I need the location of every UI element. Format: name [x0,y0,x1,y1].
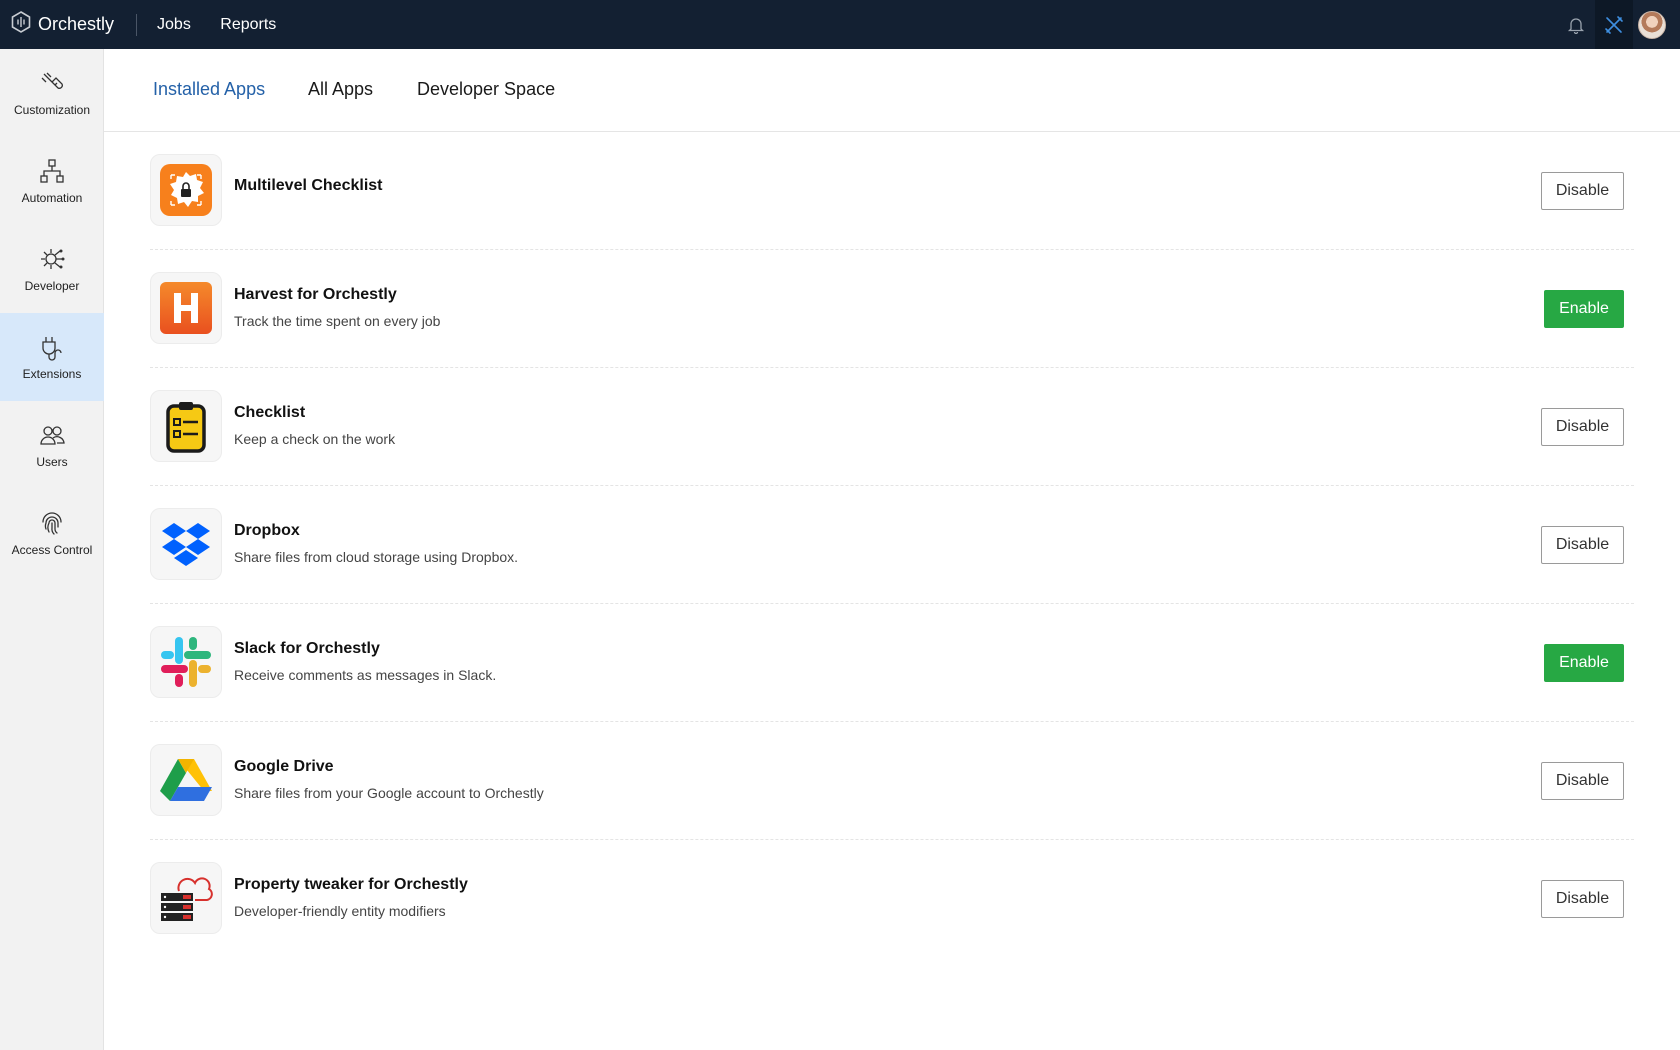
app-name: Dropbox [234,522,300,539]
top-bar: Orchestly Jobs Reports [0,0,1680,49]
sidebar-item-developer[interactable]: Developer [0,225,104,313]
enable-button[interactable]: Enable [1544,644,1624,682]
app-name: Slack for Orchestly [234,640,380,657]
app-info: Slack for Orchestly Receive comments as … [234,640,496,683]
app-description: Track the time spent on every job [234,313,441,329]
app-info: Google Drive Share files from your Googl… [234,758,544,801]
multilevel-checklist-icon [150,154,222,226]
sidebar-item-label: Customization [13,103,91,117]
tab-all-apps[interactable]: All Apps [308,79,373,100]
topbar-divider [136,13,138,36]
sidebar: Customization Automation Developer Exten… [0,49,104,1050]
checklist-icon [150,390,222,462]
list-item: Dropbox Share files from cloud storage u… [150,486,1634,604]
disable-button[interactable]: Disable [1541,526,1624,564]
disable-button[interactable]: Disable [1541,408,1624,446]
sidebar-item-label: Developer [24,279,80,293]
sidebar-item-label: Users [36,455,68,469]
nav-jobs[interactable]: Jobs [157,16,191,33]
disable-button[interactable]: Disable [1541,762,1624,800]
sidebar-item-label: Access Control [11,543,93,557]
fingerprint-icon [42,512,62,535]
app-name: Checklist [234,404,306,421]
plug-icon [42,337,62,361]
property-tweaker-icon [150,862,222,934]
slack-icon [150,626,222,698]
brush-icon [41,72,63,89]
disable-button[interactable]: Disable [1541,880,1624,918]
top-nav: Jobs Reports [157,16,301,34]
notifications-button[interactable] [1557,0,1595,49]
list-item: Property tweaker for Orchestly Developer… [150,840,1634,958]
bell-icon [1567,17,1585,34]
list-item: Google Drive Share files from your Googl… [150,722,1634,840]
avatar[interactable] [1638,10,1666,39]
installed-apps-list: Multilevel Checklist Disable Harvest for… [150,132,1634,958]
tab-developer-space[interactable]: Developer Space [417,79,555,100]
gear-circuit-icon [41,249,65,269]
list-item: Multilevel Checklist Disable [150,132,1634,250]
sidebar-item-label: Extensions [22,367,82,381]
tools-icon [1605,15,1623,34]
app-info: Multilevel Checklist [234,177,383,195]
sidebar-item-users[interactable]: Users [0,401,104,489]
orchestly-logo-icon [11,11,31,38]
app-name: Property tweaker for Orchestly [234,876,468,893]
hierarchy-icon [40,159,64,183]
tab-installed-apps[interactable]: Installed Apps [153,79,265,100]
app-info: Checklist Keep a check on the work [234,404,395,447]
sidebar-item-automation[interactable]: Automation [0,137,104,225]
users-icon [40,426,65,445]
app-description: Share files from your Google account to … [234,785,544,801]
sidebar-item-access-control[interactable]: Access Control [0,489,104,577]
topbar-actions [1557,0,1680,49]
brand-name: Orchestly [38,14,115,34]
list-item: Harvest for Orchestly Track the time spe… [150,250,1634,368]
enable-button[interactable]: Enable [1544,290,1624,328]
harvest-icon [150,272,222,344]
disable-button[interactable]: Disable [1541,172,1624,210]
setup-tools-button[interactable] [1595,0,1633,49]
dropbox-icon [150,508,222,580]
app-name: Harvest for Orchestly [234,286,397,303]
sidebar-item-extensions[interactable]: Extensions [0,313,104,401]
app-description: Developer-friendly entity modifiers [234,903,446,919]
tab-bar: Installed Apps All Apps Developer Space [104,49,1680,132]
app-description: Keep a check on the work [234,431,396,447]
app-info: Harvest for Orchestly Track the time spe… [234,286,440,329]
sidebar-item-label: Automation [21,191,83,205]
nav-reports[interactable]: Reports [220,16,276,33]
list-item: Checklist Keep a check on the work Disab… [150,368,1634,486]
app-info: Property tweaker for Orchestly Developer… [234,876,468,919]
app-info: Dropbox Share files from cloud storage u… [234,522,518,565]
app-name: Multilevel Checklist [234,177,383,194]
list-item: Slack for Orchestly Receive comments as … [150,604,1634,722]
sidebar-item-customization[interactable]: Customization [0,49,104,137]
google-drive-icon [150,744,222,816]
brand[interactable]: Orchestly [0,0,114,49]
app-name: Google Drive [234,758,334,775]
app-description: Receive comments as messages in Slack. [234,667,497,683]
app-description: Share files from cloud storage using Dro… [234,549,519,565]
